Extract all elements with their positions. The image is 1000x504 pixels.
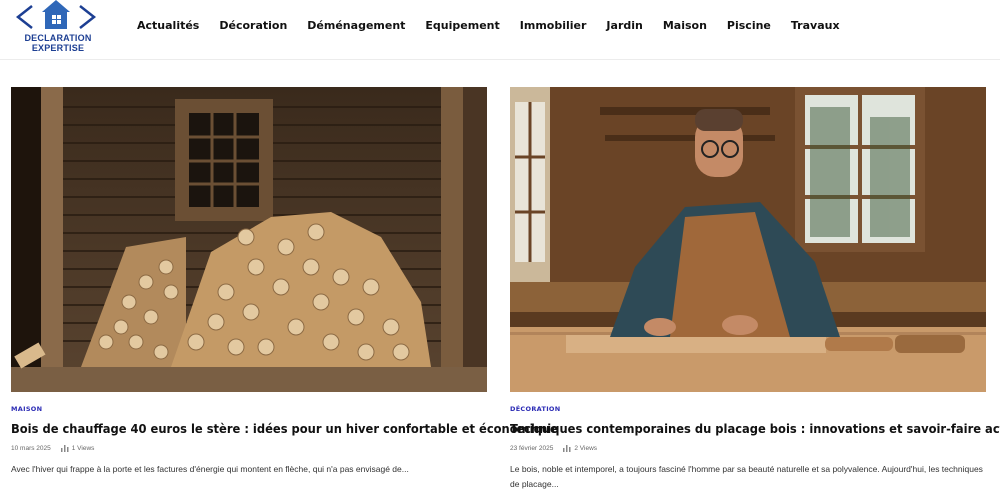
article-category[interactable]: MAISON [11, 405, 42, 413]
article-date: 23 février 2025 [510, 445, 554, 452]
logo-line-2: EXPERTISE [31, 43, 85, 53]
nav-item-maison[interactable]: Maison [663, 18, 707, 34]
article-views: 1 Views [60, 445, 95, 452]
site-logo[interactable]: DECLARATION EXPERTISE [14, 0, 104, 56]
nav-item-jardin[interactable]: Jardin [606, 18, 642, 34]
logo-wordmark: DECLARATION EXPERTISE [14, 33, 102, 53]
article-views: 2 Views [563, 445, 597, 452]
nav-item-demenagement[interactable]: Déménagement [307, 18, 405, 34]
article-card: DÉCORATION Techniques contemporaines du … [510, 87, 1000, 489]
bar-chart-icon [563, 445, 571, 452]
views-count: 1 Views [71, 445, 95, 452]
article-card: MAISON Bois de chauffage 40 euros le stè… [11, 87, 558, 474]
article-excerpt: Avec l'hiver qui frappe à la porte et le… [11, 464, 409, 474]
nav-item-decoration[interactable]: Décoration [219, 18, 287, 34]
views-count: 2 Views [574, 445, 598, 452]
article-title[interactable]: Techniques contemporaines du placage boi… [510, 420, 1000, 437]
nav-item-equipement[interactable]: Equipement [425, 18, 499, 34]
bar-chart-icon [60, 445, 69, 452]
article-date: 10 mars 2025 [11, 445, 51, 452]
article-image-workshop[interactable] [510, 87, 986, 392]
house-logo-icon [15, 0, 97, 29]
site-header: DECLARATION EXPERTISE Actualités Décorat… [0, 0, 1000, 60]
nav-item-piscine[interactable]: Piscine [727, 18, 771, 34]
article-meta: 23 février 2025 2 Views [510, 445, 597, 452]
main-nav: Actualités Décoration Déménagement Equip… [137, 18, 860, 34]
article-title[interactable]: Bois de chauffage 40 euros le stère : id… [11, 420, 558, 437]
article-excerpt: Le bois, noble et intemporel, a toujours… [510, 464, 983, 489]
logo-line-1: DECLARATION [24, 33, 92, 43]
article-category[interactable]: DÉCORATION [510, 405, 560, 413]
article-image-firewood[interactable] [11, 87, 487, 392]
article-meta: 10 mars 2025 1 Views [11, 445, 94, 452]
nav-item-actualites[interactable]: Actualités [137, 18, 199, 34]
nav-item-immobilier[interactable]: Immobilier [520, 18, 587, 34]
nav-item-travaux[interactable]: Travaux [791, 18, 840, 34]
